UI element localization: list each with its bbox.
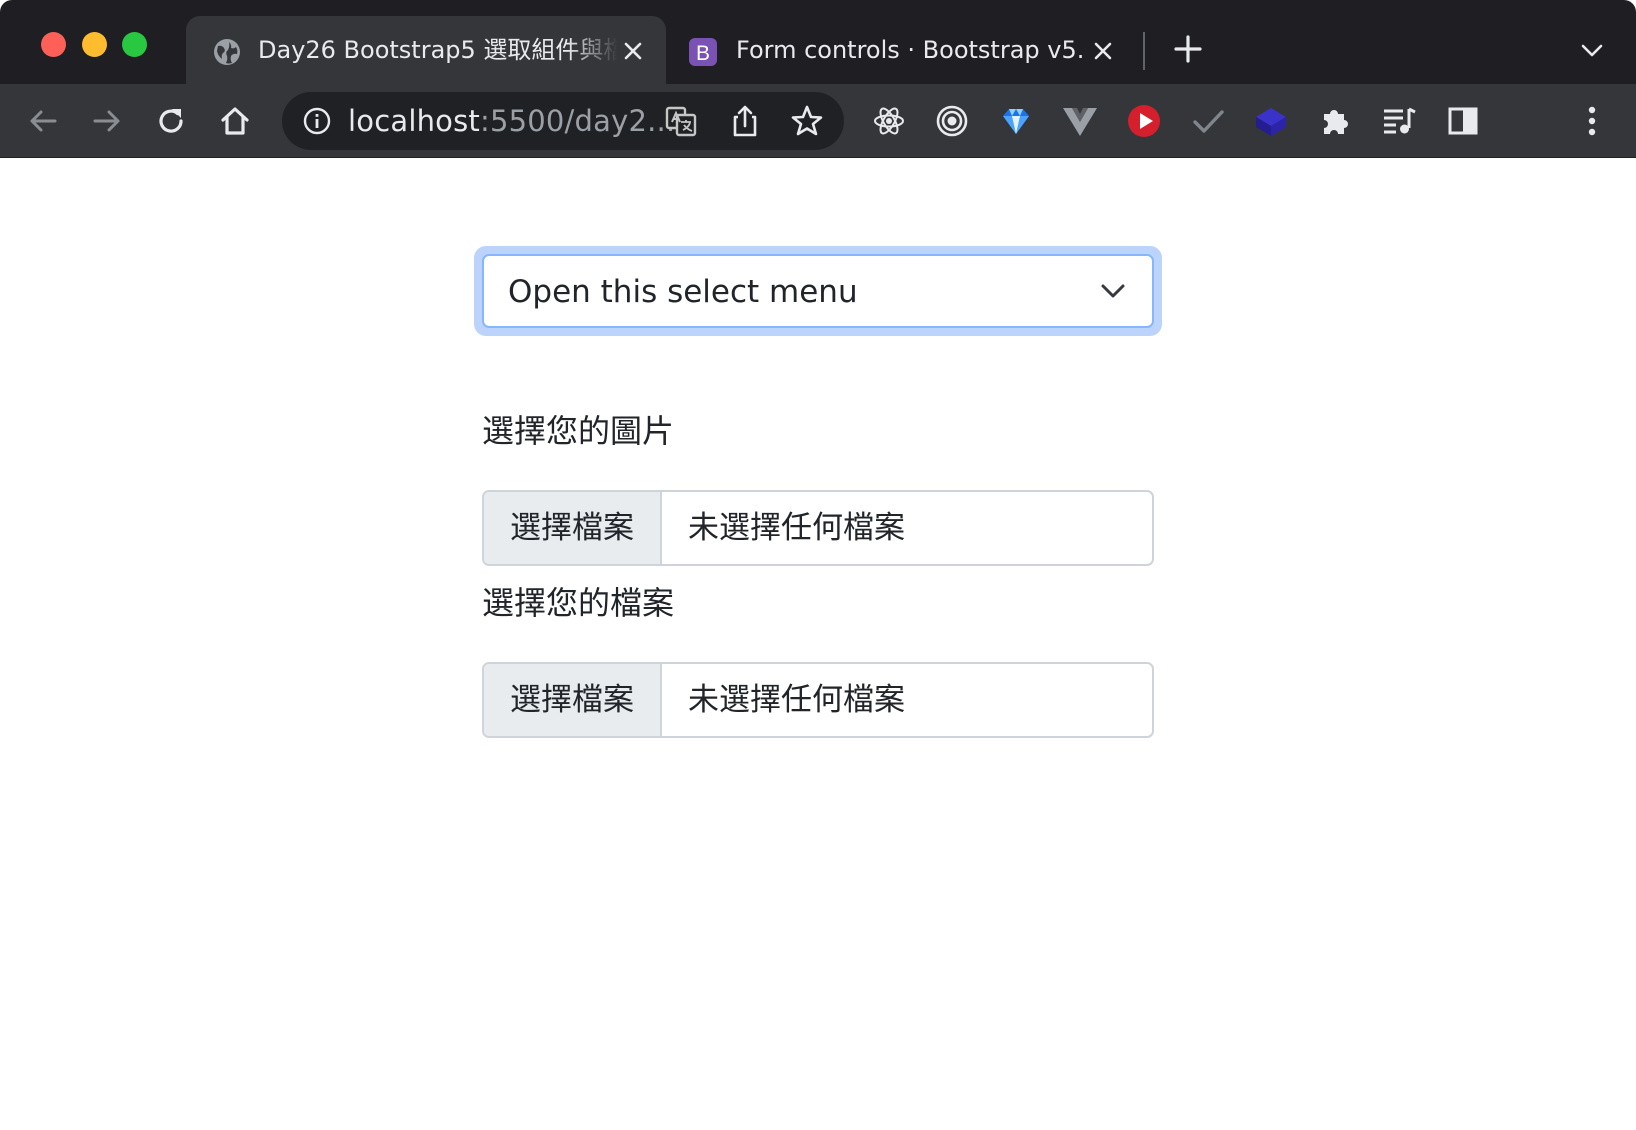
select-focus-ring: Open this select menu	[474, 246, 1162, 336]
document-file-label: 選擇您的檔案	[482, 584, 675, 622]
puzzle-piece-icon	[1324, 110, 1348, 134]
file-status-text: 未選擇任何檔案	[688, 682, 905, 718]
chevron-down-icon	[1101, 284, 1125, 298]
side-panel-button[interactable]	[1444, 102, 1482, 140]
tab-separator	[1143, 32, 1145, 70]
cube-extension[interactable]	[1252, 102, 1290, 140]
image-file-input[interactable]: 選擇檔案 未選擇任何檔案	[482, 490, 1154, 566]
address-bar[interactable]: localhost:5500/day2...	[282, 92, 844, 150]
diamond-icon	[1003, 109, 1029, 134]
tab-title: Day26 Bootstrap5 選取組件與檔	[258, 36, 618, 64]
tab-title: Form controls · Bootstrap v5.0	[736, 36, 1086, 64]
page-content: Open this select menu 選擇您的圖片 選擇檔案 未選擇任何檔…	[0, 159, 1636, 1130]
arrow-left-icon	[30, 110, 57, 132]
reload-button[interactable]	[152, 102, 190, 140]
translate-icon[interactable]	[664, 104, 698, 138]
tab-strip: Day26 Bootstrap5 選取組件與檔 B Form controls …	[0, 0, 1636, 84]
playlist-music-icon	[1384, 107, 1416, 134]
globe-icon	[214, 39, 240, 65]
bookmark-star-icon[interactable]	[790, 104, 824, 138]
share-icon[interactable]	[728, 104, 762, 138]
forward-button[interactable]	[88, 102, 126, 140]
target-icon	[936, 105, 968, 137]
home-button[interactable]	[216, 102, 254, 140]
gem-extension[interactable]	[997, 102, 1035, 140]
new-tab-icon[interactable]	[1172, 33, 1204, 65]
form-select[interactable]: Open this select menu	[482, 254, 1154, 328]
minimize-window-button[interactable]	[82, 32, 107, 57]
image-file-label: 選擇您的圖片	[482, 412, 675, 450]
tab-form-controls[interactable]: B Form controls · Bootstrap v5.0	[680, 16, 1132, 84]
bootstrap-icon: B	[689, 38, 717, 66]
arrow-right-icon	[93, 110, 120, 132]
reload-icon	[159, 109, 183, 133]
checkmark-extension[interactable]	[1189, 102, 1227, 140]
more-vertical-icon	[1588, 106, 1596, 136]
select-selected-option: Open this select menu	[508, 274, 858, 310]
zoom-window-button[interactable]	[122, 32, 147, 57]
browser-toolbar: localhost:5500/day2...	[0, 84, 1636, 232]
tab-day26-bootstrap5[interactable]: Day26 Bootstrap5 選取組件與檔	[186, 16, 666, 84]
vue-devtools-extension[interactable]	[1061, 102, 1099, 140]
home-icon	[221, 107, 249, 135]
browser-menu-button[interactable]	[1573, 102, 1611, 140]
react-atom-icon	[874, 107, 904, 135]
target-extension[interactable]	[933, 102, 971, 140]
react-devtools-extension[interactable]	[870, 102, 908, 140]
play-icon	[1128, 105, 1160, 137]
document-file-input[interactable]: 選擇檔案 未選擇任何檔案	[482, 662, 1154, 738]
bootstrap-logo-letter: B	[696, 42, 710, 65]
url-path: :5500/day2...	[479, 104, 676, 138]
media-control-button[interactable]	[1380, 102, 1418, 140]
choose-file-button[interactable]: 選擇檔案	[484, 492, 662, 564]
play-extension[interactable]	[1125, 102, 1163, 140]
extensions-button[interactable]	[1317, 102, 1355, 140]
close-window-button[interactable]	[41, 32, 66, 57]
checkmark-icon	[1193, 110, 1224, 133]
file-status-text: 未選擇任何檔案	[688, 510, 905, 546]
cube-icon	[1256, 108, 1286, 136]
close-tab-icon[interactable]	[1092, 40, 1114, 62]
back-button[interactable]	[24, 102, 62, 140]
site-info-icon[interactable]	[302, 106, 332, 136]
side-panel-icon	[1448, 107, 1478, 135]
url-host: localhost	[348, 104, 480, 138]
close-tab-icon[interactable]	[622, 40, 644, 62]
choose-file-button[interactable]: 選擇檔案	[484, 664, 662, 736]
url-text: localhost:5500/day2...	[348, 104, 675, 138]
tab-search-chevron-icon[interactable]	[1580, 40, 1604, 60]
vue-logo-icon	[1063, 108, 1097, 136]
